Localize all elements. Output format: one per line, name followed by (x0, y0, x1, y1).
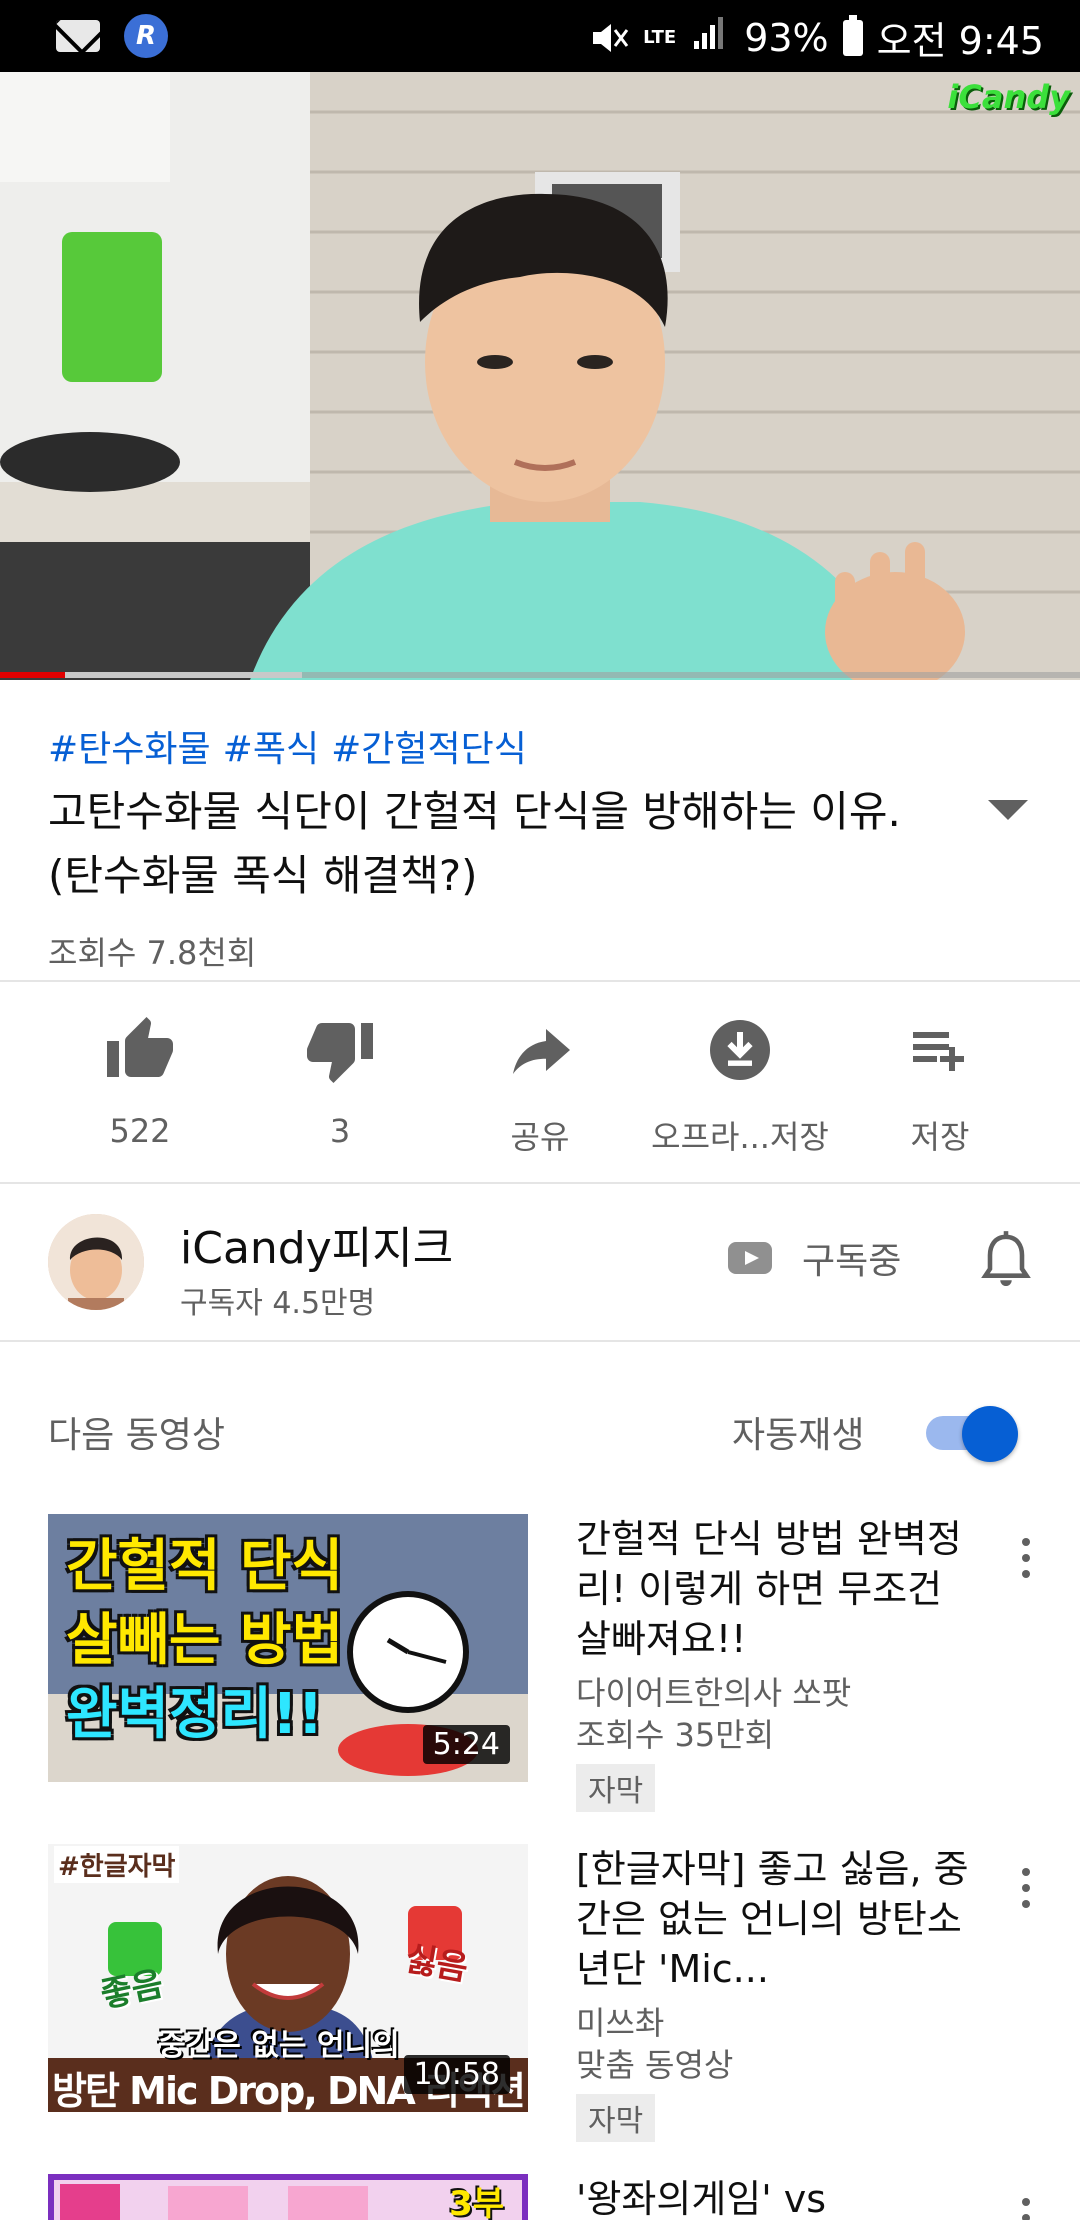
download-icon (710, 1020, 770, 1080)
share-button[interactable]: 공유 (440, 1000, 640, 1180)
video-player[interactable]: iCandy (0, 72, 1080, 680)
thumbs-up-icon (107, 1017, 173, 1077)
offline-save-button[interactable]: 오프라...저장 (640, 1000, 840, 1180)
toggle-knob (962, 1406, 1018, 1462)
channel-name[interactable]: iCandy피지크 (180, 1212, 453, 1276)
video-channel: 다이어트한의사 쏘팟 (576, 1674, 852, 1712)
thumbnail-title-line: 완벽정리!! (66, 1682, 324, 1747)
thumbnail-tag: #한글자막 (54, 1846, 180, 1883)
youtube-play-icon (728, 1242, 772, 1274)
video-title[interactable]: '왕좌의게임' vs (576, 2174, 976, 2220)
video-channel: 미쓰촤 (576, 2004, 665, 2042)
video-title[interactable]: 간헐적 단식 방법 완벽정리! 이렇게 하면 무조건 살빠져요!! (576, 1514, 976, 1664)
hashtag-link[interactable]: #간헐적단식 (331, 720, 527, 772)
progress-fill (0, 672, 65, 678)
autoplay-label: 자동재생 (732, 1415, 865, 1456)
caption-badge: 자막 (576, 1764, 656, 1812)
dislike-count: 3 (329, 1112, 351, 1150)
subscribed-button[interactable]: 구독중 (728, 1232, 901, 1284)
progress-bar[interactable] (0, 672, 1080, 678)
view-count: 조회수 7.8천회 (48, 934, 257, 972)
video-title[interactable]: [한글자막] 좋고 싫음, 중간은 없는 언니의 방탄소년단 'Mic... (576, 1844, 976, 1994)
thumbs-down-icon (307, 1023, 373, 1083)
notification-bell-icon[interactable] (978, 1230, 1034, 1294)
like-count: 522 (109, 1112, 171, 1150)
subscribed-label: 구독중 (802, 1241, 902, 1282)
hashtag-link[interactable]: #폭식 (223, 720, 319, 772)
thumbnail-part-label: 3부 (449, 2184, 504, 2220)
video-title[interactable]: 고탄수화물 식단이 간헐적 단식을 방해하는 이유. (탄수화물 폭식 해결책?… (48, 780, 948, 908)
mail-icon (56, 20, 100, 52)
subscriber-count: 구독자 4.5만명 (180, 1286, 376, 1321)
battery-percent: 93% (744, 15, 829, 60)
clock: 오전 9:45 (876, 19, 1044, 63)
action-bar: 522 3 공유 오프라...저장 저장 (0, 1000, 1080, 1180)
up-next-label: 다음 동영상 (48, 1415, 226, 1456)
network-type: LTE (643, 26, 677, 48)
video-meta: 맞춤 동영상 (576, 2046, 734, 2084)
battery-icon (842, 14, 863, 56)
recommended-video[interactable]: 간헐적 단식 살빼는 방법 완벽정리!! 5:24 간헐적 단식 방법 완벽정리… (0, 1514, 1080, 1814)
thumbnail-title-line: 간헐적 단식 (66, 1534, 344, 1599)
video-views: 조회수 35만회 (576, 1716, 775, 1754)
channel-avatar[interactable] (48, 1214, 144, 1310)
video-thumbnail[interactable]: 간헐적 단식 살빼는 방법 완벽정리!! 5:24 (48, 1514, 528, 1782)
video-thumbnail[interactable]: 3부 (48, 2174, 528, 2220)
status-bar: R LTE 93% 오전 9:45 (0, 0, 1080, 72)
share-icon (513, 1029, 570, 1074)
playlist-add-icon (913, 1032, 964, 1071)
caption-badge: 자막 (576, 2094, 656, 2142)
like-button[interactable]: 522 (40, 1000, 240, 1180)
more-options-icon[interactable] (1012, 1864, 1040, 1912)
offline-save-label: 오프라...저장 (651, 1118, 829, 1156)
channel-row: iCandy피지크 구독자 4.5만명 구독중 (0, 1184, 1080, 1340)
recommended-video[interactable]: 3부 '왕좌의게임' vs (0, 2174, 1080, 2220)
expand-description-icon[interactable] (988, 800, 1028, 820)
divider (0, 1340, 1080, 1342)
share-label: 공유 (510, 1118, 570, 1156)
hashtag-list: #탄수화물 #폭식 #간헐적단식 (48, 720, 527, 772)
r-app-icon: R (124, 14, 168, 58)
save-playlist-button[interactable]: 저장 (840, 1000, 1040, 1180)
thumbnail-subtitle: 중간은 없는 언니의 (158, 2028, 400, 2063)
recommended-video[interactable]: #한글자막 좋음 싫음 중간은 없는 언니의 방탄 Mic Drop, DNA … (0, 1844, 1080, 2144)
more-options-icon[interactable] (1012, 1534, 1040, 1582)
divider (0, 980, 1080, 982)
hashtag-link[interactable]: #탄수화물 (48, 720, 211, 772)
save-label: 저장 (910, 1118, 970, 1156)
video-frame (0, 72, 1080, 680)
dislike-button[interactable]: 3 (240, 1000, 440, 1180)
autoplay-toggle[interactable] (926, 1406, 1022, 1462)
thumbnail-dislike-text: 싫음 (402, 1938, 471, 1990)
channel-watermark: iCandy (947, 78, 1070, 116)
mute-icon (589, 18, 629, 58)
video-duration: 5:24 (422, 1725, 510, 1764)
signal-icon (690, 13, 730, 62)
video-duration: 10:58 (403, 2055, 510, 2094)
more-options-icon[interactable] (1012, 2194, 1040, 2220)
thumbnail-title-line: 살빼는 방법 (66, 1608, 344, 1673)
video-thumbnail[interactable]: #한글자막 좋음 싫음 중간은 없는 언니의 방탄 Mic Drop, DNA … (48, 1844, 528, 2112)
avatar-image (48, 1214, 144, 1310)
